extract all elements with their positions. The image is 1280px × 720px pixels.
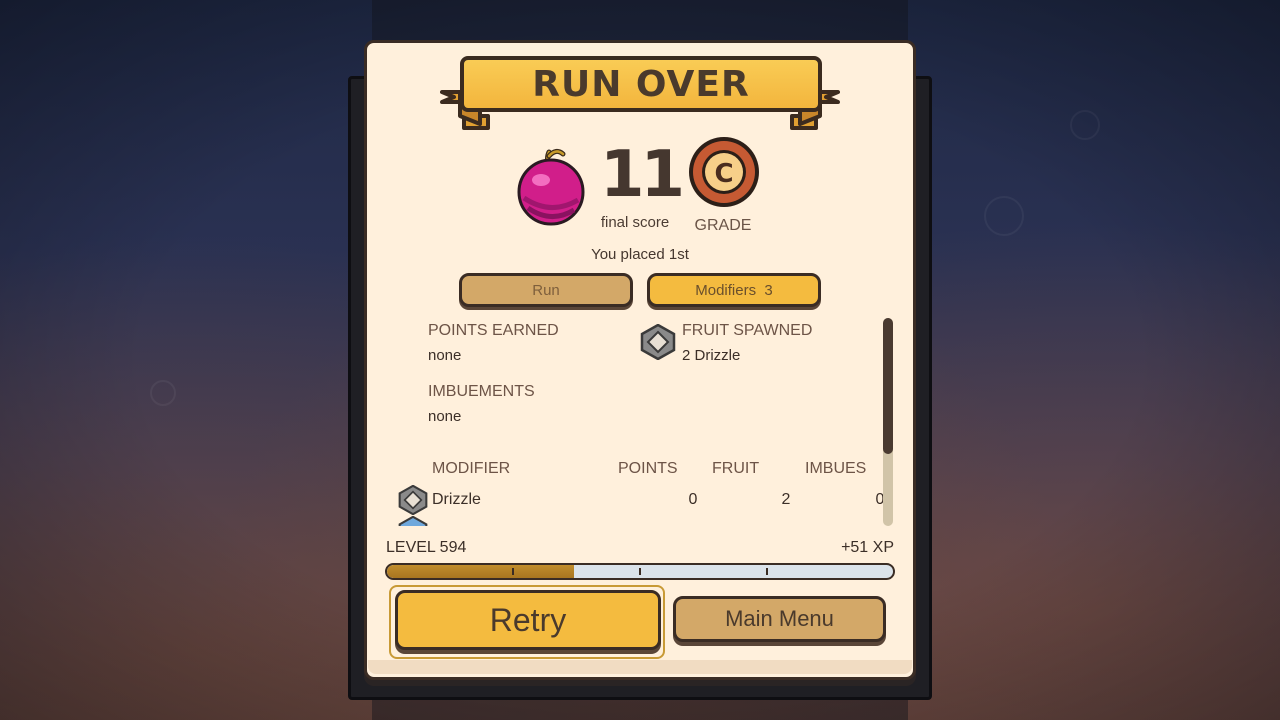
xp-gained: +51 XP	[841, 539, 894, 556]
grade-medal-icon: C	[689, 137, 759, 207]
col-header-modifier: MODIFIER	[432, 460, 511, 477]
modifier-fruit: 2	[781, 491, 791, 508]
fruit-spawned-value: 2 Drizzle	[682, 347, 741, 364]
modifier-name: Drizzle	[432, 491, 481, 508]
main-menu-button[interactable]: Main Menu	[673, 596, 886, 642]
grade-letter: C	[714, 159, 733, 189]
imbuements-value: none	[428, 408, 462, 425]
retry-button[interactable]: Retry	[395, 590, 661, 650]
col-header-points: POINTS	[618, 460, 678, 477]
tab-modifiers[interactable]: Modifiers 3	[647, 273, 821, 307]
tab-run[interactable]: Run	[459, 273, 633, 307]
banner-plate: RUN OVER	[460, 56, 822, 112]
page-title: RUN OVER	[532, 63, 750, 105]
tab-modifiers-label: Modifiers 3	[695, 281, 773, 299]
fruit-spawned-label: FRUIT SPAWNED	[682, 322, 813, 339]
drizzle-gem-icon	[398, 485, 428, 515]
points-earned-label: POINTS EARNED	[428, 322, 559, 339]
content-scrollbar[interactable]	[883, 318, 893, 526]
main-menu-label: Main Menu	[725, 606, 834, 631]
drizzle-gem-icon	[640, 324, 676, 360]
final-score-value: 11	[600, 138, 685, 212]
modifiers-content: POINTS EARNED none FRUIT SPAWNED 2 Drizz…	[390, 316, 884, 526]
retry-label: Retry	[489, 601, 567, 638]
xp-progress-fill	[387, 565, 575, 578]
placement-text: You placed 1st	[591, 246, 689, 263]
panel-footer-strip	[368, 660, 912, 674]
grade-label: GRADE	[694, 217, 752, 234]
xp-tick	[639, 568, 641, 575]
points-earned-value: none	[428, 347, 462, 364]
imbuements-label: IMBUEMENTS	[428, 383, 535, 400]
player-level: LEVEL 594	[386, 539, 467, 556]
modifier-gem-icon	[398, 516, 428, 526]
col-header-fruit: FRUIT	[712, 460, 760, 477]
modifier-points: 0	[688, 491, 698, 508]
col-header-imbues: IMBUES	[805, 460, 867, 477]
xp-tick	[766, 568, 768, 575]
modifier-imbues: 0	[875, 491, 884, 508]
xp-tick	[512, 568, 514, 575]
tab-run-label: Run	[532, 281, 560, 299]
xp-progress-bar	[385, 563, 895, 580]
pink-plum-icon	[517, 148, 585, 226]
final-score-label: final score	[600, 214, 670, 231]
scrollbar-thumb[interactable]	[883, 318, 893, 454]
